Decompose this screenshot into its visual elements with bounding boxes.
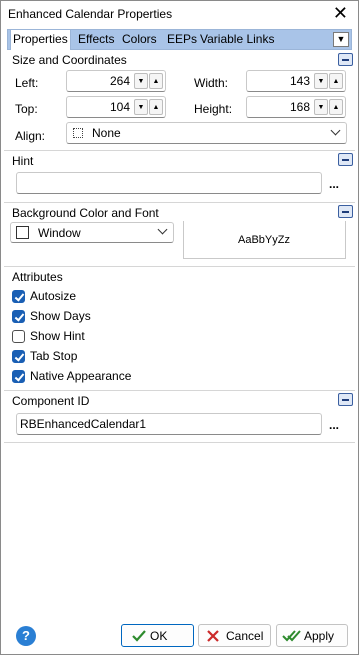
title-bar: Enhanced Calendar Properties ✕ bbox=[1, 1, 358, 27]
font-preview-box[interactable]: AaBbYyZz bbox=[183, 221, 346, 259]
apply-button-label: Apply bbox=[304, 629, 335, 643]
component-id-browse-button[interactable]: ... bbox=[329, 418, 339, 432]
left-value: 264 bbox=[109, 74, 130, 88]
checkbox-checked-icon[interactable] bbox=[12, 370, 25, 383]
checkbox-label: Tab Stop bbox=[30, 349, 78, 363]
section-title-size: Size and Coordinates bbox=[12, 53, 127, 67]
height-label: Height: bbox=[194, 102, 233, 116]
align-label: Align: bbox=[15, 129, 46, 143]
width-spinner[interactable]: 143 ▼ ▲ bbox=[246, 70, 346, 92]
hint-browse-button[interactable]: ... bbox=[329, 177, 339, 191]
check-icon bbox=[132, 630, 146, 642]
chevron-down-icon bbox=[330, 125, 341, 136]
collapse-background-section-icon[interactable] bbox=[338, 205, 353, 218]
left-spinner[interactable]: 264 ▼ ▲ bbox=[66, 70, 166, 92]
width-label: Width: bbox=[194, 76, 229, 90]
tab-eeps[interactable]: EEPs bbox=[165, 30, 199, 50]
ok-button[interactable]: OK bbox=[121, 624, 194, 647]
hint-input[interactable] bbox=[16, 172, 322, 194]
divider bbox=[4, 390, 355, 391]
divider bbox=[4, 442, 355, 443]
font-preview-text: AaBbYyZz bbox=[238, 234, 290, 246]
top-increment-icon[interactable]: ▲ bbox=[149, 99, 163, 115]
component-id-input[interactable]: RBEnhancedCalendar1 bbox=[16, 413, 322, 435]
divider bbox=[4, 202, 355, 203]
tab-properties[interactable]: Properties bbox=[10, 29, 71, 50]
divider bbox=[4, 266, 355, 267]
section-title-component-id: Component ID bbox=[12, 394, 90, 408]
cancel-button[interactable]: Cancel bbox=[198, 624, 271, 647]
width-value: 143 bbox=[289, 74, 310, 88]
tab-strip: Properties Effects Colors EEPs Variable … bbox=[7, 29, 352, 50]
checkbox-label: Native Appearance bbox=[30, 369, 132, 383]
background-color-select[interactable]: Window bbox=[10, 222, 174, 243]
checkbox-label: Show Hint bbox=[30, 329, 85, 343]
height-spinner[interactable]: 168 ▼ ▲ bbox=[246, 96, 346, 118]
top-decrement-icon[interactable]: ▼ bbox=[134, 99, 148, 115]
top-label: Top: bbox=[15, 102, 38, 116]
checkbox-label: Show Days bbox=[30, 309, 91, 323]
checkbox-checked-icon[interactable] bbox=[12, 350, 25, 363]
align-select[interactable]: None bbox=[66, 122, 347, 144]
window-title: Enhanced Calendar Properties bbox=[8, 7, 173, 21]
tab-variable-links[interactable]: Variable Links bbox=[198, 30, 276, 50]
cancel-button-label: Cancel bbox=[226, 629, 264, 643]
properties-dialog: Enhanced Calendar Properties ✕ Propertie… bbox=[0, 0, 359, 655]
collapse-size-section-icon[interactable] bbox=[338, 53, 353, 66]
color-swatch bbox=[16, 226, 29, 239]
checkbox-label: Autosize bbox=[30, 289, 77, 303]
checkbox-checked-icon[interactable] bbox=[12, 290, 25, 303]
checkbox-checked-icon[interactable] bbox=[12, 310, 25, 323]
height-increment-icon[interactable]: ▲ bbox=[329, 99, 343, 115]
x-icon bbox=[207, 630, 219, 642]
divider bbox=[4, 150, 355, 151]
ok-button-label: OK bbox=[150, 629, 168, 643]
close-icon[interactable]: ✕ bbox=[333, 3, 348, 23]
section-title-attributes: Attributes bbox=[12, 270, 63, 284]
tab-effects[interactable]: Effects bbox=[76, 30, 116, 50]
top-spinner[interactable]: 104 ▼ ▲ bbox=[66, 96, 166, 118]
chevron-down-icon bbox=[157, 224, 168, 235]
align-value: None bbox=[92, 126, 121, 140]
double-check-icon bbox=[282, 630, 301, 642]
checkbox-unchecked-icon[interactable] bbox=[12, 330, 25, 343]
section-title-background: Background Color and Font bbox=[12, 206, 159, 220]
align-none-icon bbox=[73, 128, 83, 138]
collapse-hint-section-icon[interactable] bbox=[338, 153, 353, 166]
left-label: Left: bbox=[15, 76, 39, 90]
apply-button[interactable]: Apply bbox=[276, 624, 348, 647]
tab-colors[interactable]: Colors bbox=[120, 30, 159, 50]
left-decrement-icon[interactable]: ▼ bbox=[134, 73, 148, 89]
top-value: 104 bbox=[109, 100, 130, 114]
left-increment-icon[interactable]: ▲ bbox=[149, 73, 163, 89]
tab-menu-dropdown-icon[interactable]: ▼ bbox=[333, 32, 349, 47]
height-value: 168 bbox=[289, 100, 310, 114]
height-decrement-icon[interactable]: ▼ bbox=[314, 99, 328, 115]
collapse-component-section-icon[interactable] bbox=[338, 393, 353, 406]
help-icon[interactable]: ? bbox=[16, 626, 36, 646]
background-color-value: Window bbox=[38, 226, 81, 240]
width-decrement-icon[interactable]: ▼ bbox=[314, 73, 328, 89]
component-id-value: RBEnhancedCalendar1 bbox=[20, 417, 147, 431]
section-title-hint: Hint bbox=[12, 154, 34, 168]
width-increment-icon[interactable]: ▲ bbox=[329, 73, 343, 89]
